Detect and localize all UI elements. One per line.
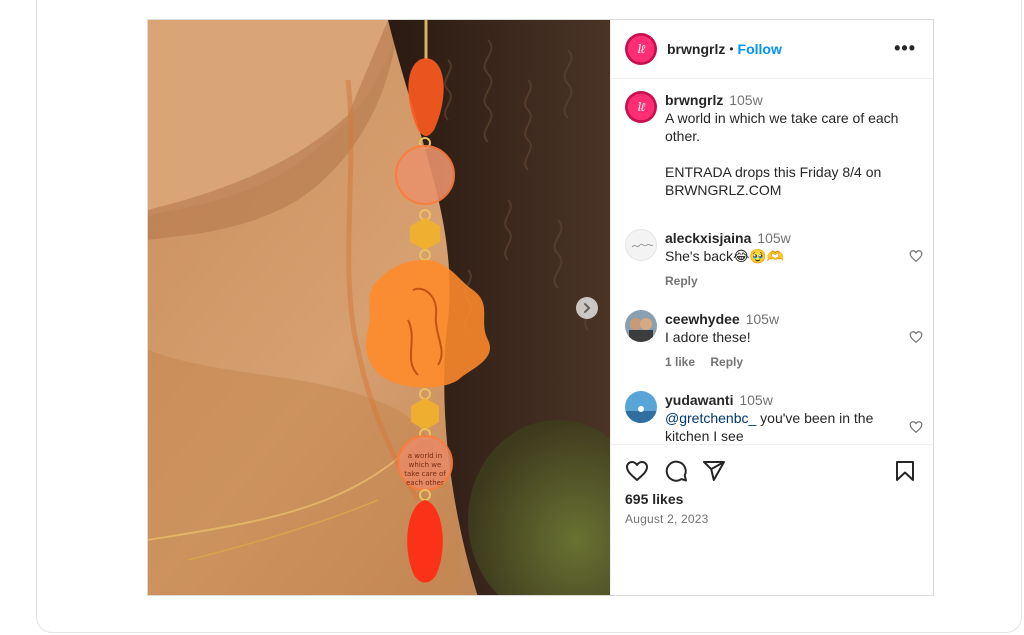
more-options-icon[interactable]: ••• — [894, 39, 916, 57]
comment-text-container: @gretchenbc_ you've been in the kitchen … — [665, 409, 905, 444]
follow-button[interactable]: Follow — [738, 41, 782, 57]
comment-text: She's back😂🥹🫶 — [665, 248, 785, 264]
commenter-avatar[interactable] — [625, 391, 657, 423]
comments-section: lℓ brwngrlz 105w A world in which we tak… — [611, 79, 933, 444]
instagram-post: a world in which we take care of each ot… — [147, 19, 934, 596]
caption-text: A world in which we take care of each ot… — [665, 110, 899, 198]
commenter-avatar[interactable] — [625, 229, 657, 261]
comment-likes-count[interactable]: 1 like — [665, 355, 695, 369]
profile-photo-icon — [625, 391, 657, 423]
comment-text: I adore these! — [665, 329, 751, 345]
comment-time: 105w — [757, 230, 791, 246]
heart-icon[interactable] — [625, 459, 649, 483]
next-image-button[interactable] — [576, 297, 598, 319]
post-actions: 695 likes August 2, 2023 — [611, 444, 933, 595]
comment-username[interactable]: yudawanti — [665, 392, 733, 408]
post-sidebar: lℓ brwngrlz • Follow ••• lℓ brwngrlz 105… — [610, 20, 933, 595]
earring-text-line2: which we — [409, 461, 442, 469]
comment-icon[interactable] — [664, 459, 688, 483]
earring-text-line3: take care of — [404, 470, 446, 478]
likes-count[interactable]: 695 likes — [625, 491, 683, 507]
comment-time: 105w — [745, 311, 780, 327]
brand-logo: lℓ — [637, 41, 646, 56]
reply-button[interactable]: Reply — [665, 274, 698, 288]
action-icons-row — [625, 459, 921, 483]
user-mention-link[interactable]: @gretchenbc_ — [665, 410, 756, 426]
post-date[interactable]: August 2, 2023 — [625, 512, 709, 526]
share-icon[interactable] — [702, 459, 726, 483]
comment-time: 105w — [739, 392, 773, 408]
post-header: lℓ brwngrlz • Follow ••• — [611, 20, 933, 79]
comment-username[interactable]: aleckxisjaina — [665, 230, 751, 246]
reply-button[interactable]: Reply — [710, 355, 743, 369]
caption-avatar[interactable]: lℓ — [625, 91, 657, 123]
bookmark-icon[interactable] — [893, 459, 917, 483]
commenter-avatar[interactable] — [625, 310, 657, 342]
comment-like-heart-icon[interactable] — [909, 249, 923, 263]
comment-like-heart-icon[interactable] — [909, 420, 923, 434]
caption-username[interactable]: brwngrlz — [665, 92, 723, 108]
caption-time: 105w — [729, 92, 763, 108]
author-username[interactable]: brwngrlz — [667, 41, 725, 57]
signature-avatar-icon — [631, 243, 654, 248]
earring-photo: a world in which we take care of each ot… — [148, 20, 610, 595]
brand-logo: lℓ — [637, 99, 646, 114]
comment-like-heart-icon[interactable] — [909, 330, 923, 344]
earring-text-line1: a world in — [408, 452, 442, 460]
post-image[interactable]: a world in which we take care of each ot… — [148, 20, 610, 595]
separator-dot: • — [729, 42, 734, 56]
profile-photo-icon — [625, 310, 657, 342]
earring-text-line4: each other — [406, 479, 444, 487]
chevron-right-icon — [584, 303, 591, 313]
author-avatar[interactable]: lℓ — [625, 33, 657, 65]
comment-username[interactable]: ceewhydee — [665, 311, 740, 327]
